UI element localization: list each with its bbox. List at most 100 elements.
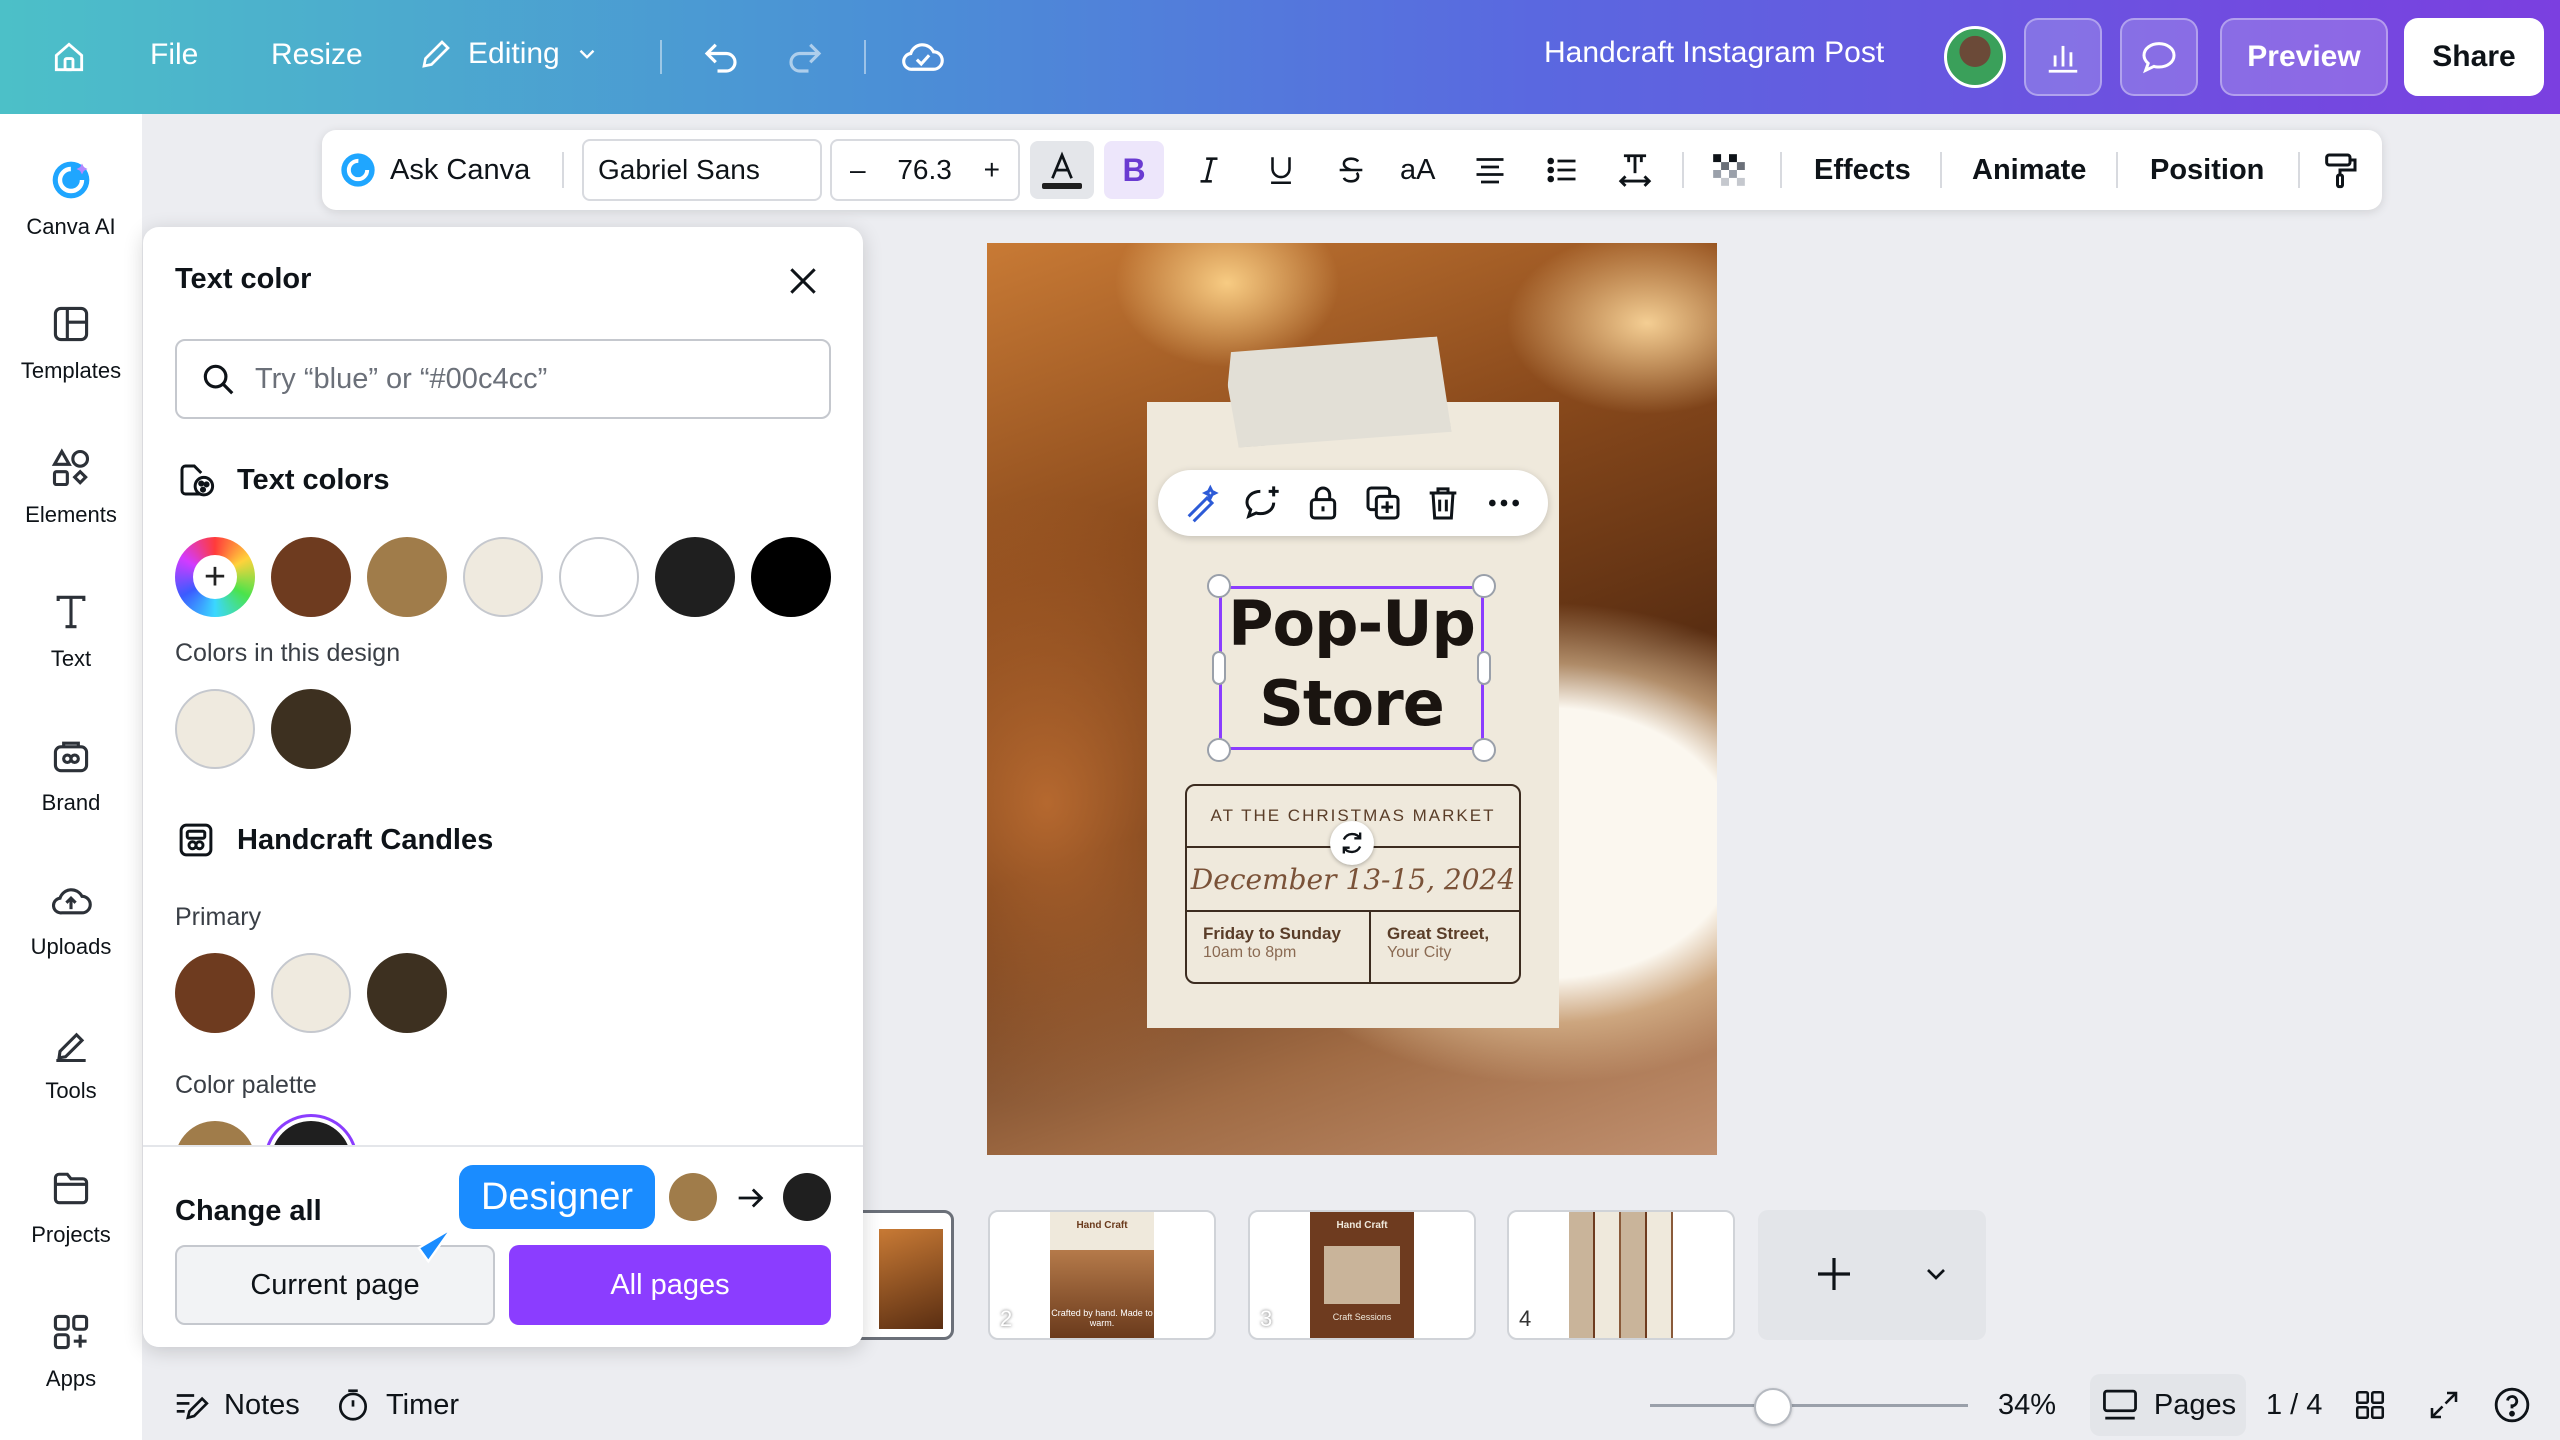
resize-handle-top-left[interactable]: [1207, 574, 1231, 598]
zoom-value[interactable]: 34%: [1998, 1370, 2056, 1440]
all-pages-button[interactable]: All pages: [509, 1245, 831, 1325]
share-button[interactable]: Share: [2404, 18, 2544, 96]
font-size-value[interactable]: 76.3: [897, 154, 952, 186]
ask-canva-button[interactable]: Ask Canva: [338, 130, 530, 210]
text-color-swatch[interactable]: [367, 537, 447, 617]
text-color-swatch[interactable]: [751, 537, 831, 617]
rail-item-uploads[interactable]: Uploads: [0, 878, 142, 960]
page-thumbnail-4[interactable]: 4: [1507, 1210, 1735, 1340]
tools-icon: [56, 1032, 86, 1063]
notes-button[interactable]: Notes: [172, 1370, 300, 1440]
resize-handle-bottom-right[interactable]: [1472, 738, 1496, 762]
thumbnail-image: Hand Craft Craft Sessions: [1310, 1212, 1414, 1338]
strikethrough-button[interactable]: [1334, 130, 1368, 210]
rail-item-apps[interactable]: Apps: [0, 1310, 142, 1392]
alignment-button[interactable]: [1472, 130, 1508, 210]
rail-item-elements[interactable]: Elements: [0, 446, 142, 528]
help-button[interactable]: [2492, 1370, 2532, 1440]
design-title[interactable]: Handcraft Instagram Post: [1544, 36, 1884, 70]
bold-button[interactable]: B: [1104, 141, 1164, 199]
resize-handle-left[interactable]: [1212, 651, 1226, 685]
design-color-swatch[interactable]: [271, 689, 351, 769]
italic-button[interactable]: [1192, 130, 1226, 210]
font-size-decrease-button[interactable]: –: [850, 154, 866, 186]
home-button[interactable]: [50, 38, 88, 76]
font-family-select[interactable]: Gabriel Sans: [582, 139, 822, 201]
pages-button[interactable]: Pages: [2090, 1374, 2246, 1436]
brand-color-swatch[interactable]: [271, 953, 351, 1033]
page-thumbnail-2[interactable]: Hand Craft Crafted by hand. Made to warm…: [988, 1210, 1216, 1340]
rail-item-tools[interactable]: Tools: [0, 1022, 142, 1104]
lock-icon[interactable]: [1303, 483, 1343, 523]
page-thumbnail-3[interactable]: Hand Craft Craft Sessions 3: [1248, 1210, 1476, 1340]
grid-view-button[interactable]: [2352, 1370, 2388, 1440]
rail-item-projects[interactable]: Projects: [0, 1166, 142, 1248]
redo-button[interactable]: [784, 36, 826, 78]
more-options-icon[interactable]: [1484, 483, 1524, 523]
editing-mode-dropdown[interactable]: Editing: [418, 36, 600, 72]
timer-icon: [338, 1389, 368, 1421]
save-status-button[interactable]: [900, 36, 946, 78]
color-search-input[interactable]: Try “blue” or “#00c4cc”: [175, 339, 831, 419]
undo-button[interactable]: [700, 36, 742, 78]
text-color-swatch[interactable]: [271, 537, 351, 617]
font-size-increase-button[interactable]: +: [984, 154, 1000, 186]
copy-style-button[interactable]: [2320, 130, 2360, 210]
text-color-indicator: [1042, 183, 1082, 189]
close-icon: [790, 268, 816, 294]
zoom-slider-handle[interactable]: [1754, 1388, 1792, 1426]
rotate-button[interactable]: [1330, 821, 1374, 865]
list-button[interactable]: [1544, 130, 1580, 210]
resize-handle-right[interactable]: [1477, 651, 1491, 685]
close-button[interactable]: [783, 261, 823, 301]
rail-item-templates[interactable]: Templates: [0, 302, 142, 384]
spacing-button[interactable]: [1616, 130, 1654, 210]
resize-handle-bottom-left[interactable]: [1207, 738, 1231, 762]
rail-item-text[interactable]: Text: [0, 590, 142, 672]
templates-icon: [53, 306, 89, 342]
pencil-icon: [422, 40, 450, 68]
transparency-button[interactable]: [1710, 130, 1748, 210]
tape-graphic[interactable]: [1226, 336, 1451, 448]
transparency-checker-icon: [1713, 154, 1745, 186]
change-all-label: Change all: [175, 1195, 322, 1227]
event-info-box[interactable]: AT THE CHRISTMAS MARKET December 13-15, …: [1185, 784, 1521, 984]
animate-button[interactable]: Animate: [1972, 130, 2086, 210]
text-color-swatch[interactable]: [655, 537, 735, 617]
resize-handle-top-right[interactable]: [1472, 574, 1496, 598]
chevron-down-icon: [579, 49, 595, 59]
avatar[interactable]: [1944, 26, 2006, 88]
brand-color-swatch[interactable]: [367, 953, 447, 1033]
underline-button[interactable]: [1264, 130, 1298, 210]
text-color-button[interactable]: [1030, 141, 1094, 199]
text-color-swatch[interactable]: [463, 537, 543, 617]
rail-item-brand[interactable]: Brand: [0, 734, 142, 816]
design-color-swatch[interactable]: [175, 689, 255, 769]
trash-icon[interactable]: [1423, 483, 1463, 523]
fullscreen-icon: [2430, 1391, 2458, 1419]
design-colors-heading: Colors in this design: [175, 639, 401, 667]
insights-button[interactable]: [2024, 18, 2102, 96]
rail-item-canva-ai[interactable]: Canva AI: [0, 158, 142, 240]
comments-button[interactable]: [2120, 18, 2198, 96]
add-page-area: [1758, 1210, 1986, 1340]
magic-edit-icon[interactable]: [1182, 483, 1222, 523]
add-color-button[interactable]: +: [175, 537, 255, 617]
letter-case-button[interactable]: aA: [1400, 130, 1435, 210]
font-size-stepper[interactable]: – 76.3 +: [830, 139, 1020, 201]
brand-color-swatch[interactable]: [175, 953, 255, 1033]
add-page-button[interactable]: [1810, 1250, 1858, 1298]
file-menu[interactable]: File: [150, 38, 198, 72]
zoom-slider-track[interactable]: [1650, 1404, 1968, 1407]
add-page-options-button[interactable]: [1920, 1258, 1952, 1290]
position-button[interactable]: Position: [2150, 130, 2264, 210]
effects-button[interactable]: Effects: [1814, 130, 1911, 210]
home-icon: [54, 42, 84, 72]
timer-button[interactable]: Timer: [334, 1370, 459, 1440]
resize-button[interactable]: Resize: [271, 38, 363, 72]
preview-button[interactable]: Preview: [2220, 18, 2388, 96]
duplicate-icon[interactable]: [1363, 483, 1403, 523]
fullscreen-button[interactable]: [2426, 1370, 2462, 1440]
text-color-swatch[interactable]: [559, 537, 639, 617]
add-comment-icon[interactable]: [1242, 483, 1282, 523]
